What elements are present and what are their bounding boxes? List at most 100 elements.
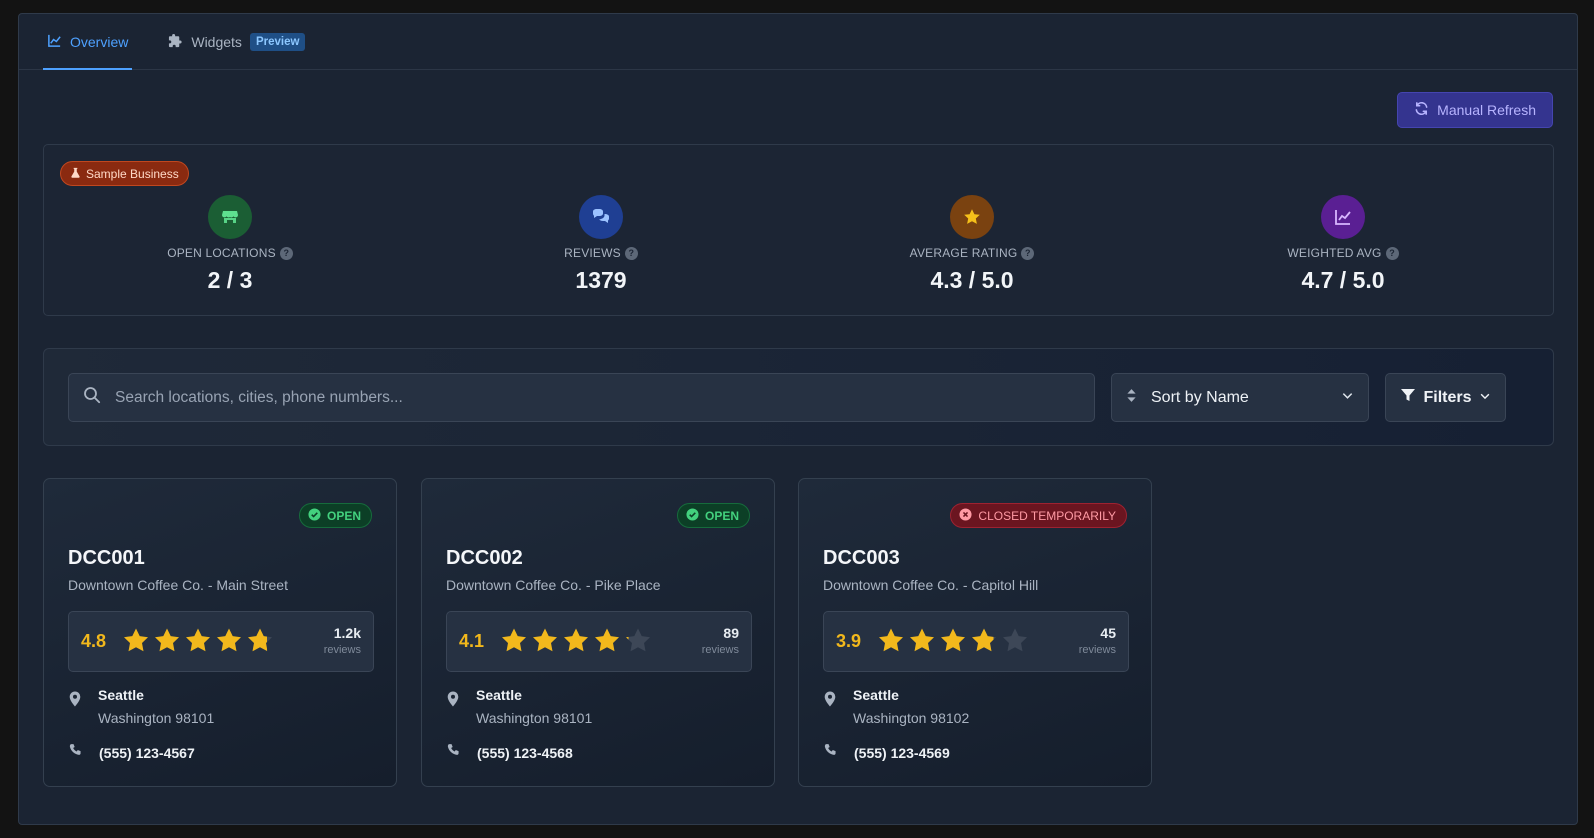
chevron-down-icon bbox=[1341, 389, 1354, 407]
trend-chart-icon bbox=[1321, 195, 1365, 239]
sample-business-badge: Sample Business bbox=[60, 161, 189, 186]
tab-overview[interactable]: Overview bbox=[43, 14, 133, 70]
manual-refresh-button[interactable]: Manual Refresh bbox=[1397, 92, 1553, 128]
location-code: DCC001 bbox=[68, 547, 145, 569]
filters-button[interactable]: Filters bbox=[1385, 373, 1506, 422]
location-phone[interactable]: (555) 123-4568 bbox=[446, 743, 573, 763]
rating-star-icon bbox=[217, 628, 241, 652]
funnel-icon bbox=[1400, 387, 1416, 408]
rating-star-icon bbox=[124, 628, 148, 652]
phone-icon bbox=[446, 743, 461, 763]
rating-box: 4.1 89 reviews bbox=[446, 611, 752, 672]
location-state-zip: Washington 98101 bbox=[98, 710, 215, 726]
tab-widgets[interactable]: Widgets Preview bbox=[164, 14, 309, 69]
review-count: 1.2k reviews bbox=[324, 625, 361, 656]
review-count: 45 reviews bbox=[1079, 625, 1116, 656]
puzzle-icon bbox=[168, 33, 183, 51]
location-address: Seattle Washington 98101 bbox=[446, 687, 592, 726]
phone-icon bbox=[68, 743, 83, 763]
stat-reviews: REVIEWS ? 1379 bbox=[451, 195, 751, 294]
location-name: Downtown Coffee Co. - Pike Place bbox=[446, 577, 661, 593]
rating-star-icon bbox=[910, 628, 934, 652]
location-phone[interactable]: (555) 123-4569 bbox=[823, 743, 950, 763]
manual-refresh-label: Manual Refresh bbox=[1437, 102, 1536, 118]
phone-icon bbox=[823, 743, 838, 763]
star-rating bbox=[499, 626, 653, 656]
sort-icon bbox=[1126, 388, 1137, 408]
map-pin-icon bbox=[68, 687, 82, 726]
tab-overview-label: Overview bbox=[70, 33, 129, 50]
status-label: OPEN bbox=[326, 508, 361, 523]
rating-star-icon bbox=[972, 628, 996, 652]
help-icon[interactable]: ? bbox=[624, 246, 638, 260]
star-icon bbox=[950, 195, 994, 239]
rating-value: 4.8 bbox=[81, 631, 107, 651]
location-city: Seattle bbox=[98, 687, 144, 703]
location-card[interactable]: OPEN DCC002 Downtown Coffee Co. - Pike Pla… bbox=[421, 478, 775, 787]
check-circle-icon bbox=[308, 507, 321, 524]
status-label: CLOSED TEMPORARILY bbox=[978, 508, 1116, 523]
help-icon[interactable]: ? bbox=[1021, 246, 1035, 260]
check-circle-icon bbox=[686, 507, 699, 524]
stat-average-rating-label: AVERAGE RATING ? bbox=[910, 246, 1035, 260]
stat-weighted-avg-value: 4.7 / 5.0 bbox=[1301, 267, 1385, 293]
rating-value: 3.9 bbox=[836, 631, 862, 651]
rating-star-icon bbox=[533, 628, 557, 652]
status-badge: OPEN bbox=[676, 503, 750, 528]
location-city: Seattle bbox=[853, 687, 899, 703]
status-label: OPEN bbox=[704, 508, 739, 523]
review-count-label: reviews bbox=[701, 644, 739, 656]
map-pin-icon bbox=[823, 687, 837, 726]
location-code: DCC003 bbox=[823, 547, 900, 569]
stat-open-locations-value: 2 / 3 bbox=[207, 267, 253, 293]
tab-widgets-label: Widgets bbox=[191, 33, 242, 50]
stat-label-text: REVIEWS bbox=[564, 246, 621, 260]
rating-star-icon bbox=[155, 628, 179, 652]
location-phone[interactable]: (555) 123-4567 bbox=[68, 743, 195, 763]
search-field[interactable] bbox=[68, 373, 1095, 422]
review-count: 89 reviews bbox=[702, 625, 739, 656]
preview-badge: Preview bbox=[249, 32, 306, 51]
refresh-icon bbox=[1414, 101, 1429, 119]
location-state-zip: Washington 98101 bbox=[476, 710, 593, 726]
sort-select[interactable]: Sort by Name bbox=[1111, 373, 1369, 422]
rating-box: 4.8 1.2k reviews bbox=[68, 611, 374, 672]
stat-reviews-value: 1379 bbox=[575, 267, 627, 293]
location-card[interactable]: CLOSED TEMPORARILY DCC003 Downtown Coffee … bbox=[798, 478, 1152, 787]
star-rating bbox=[121, 626, 275, 656]
summary-stats-panel: Sample Business OPEN LOCATIONS ? 2 / 3 R… bbox=[43, 144, 1554, 316]
help-icon[interactable]: ? bbox=[1385, 246, 1399, 260]
map-pin-icon bbox=[446, 687, 460, 726]
stat-weighted-avg-label: WEIGHTED AVG ? bbox=[1287, 246, 1399, 260]
star-rating bbox=[876, 626, 1030, 656]
review-count-value: 45 bbox=[1100, 625, 1116, 641]
rating-star-icon bbox=[502, 628, 526, 652]
location-code: DCC002 bbox=[446, 547, 523, 569]
stat-average-rating: AVERAGE RATING ? 4.3 / 5.0 bbox=[822, 195, 1122, 294]
status-badge: CLOSED TEMPORARILY bbox=[950, 503, 1127, 528]
chat-bubbles-icon bbox=[579, 195, 623, 239]
x-circle-icon bbox=[959, 507, 972, 524]
sort-select-value: Sort by Name bbox=[1151, 388, 1249, 406]
location-state-zip: Washington 98102 bbox=[853, 710, 970, 726]
review-count-label: reviews bbox=[323, 644, 361, 656]
location-address: Seattle Washington 98102 bbox=[823, 687, 969, 726]
review-count-value: 89 bbox=[723, 625, 739, 641]
search-input[interactable] bbox=[115, 388, 1094, 407]
tab-bar: Overview Widgets Preview bbox=[19, 14, 1577, 70]
stat-open-locations-label: OPEN LOCATIONS ? bbox=[167, 246, 293, 260]
review-count-value: 1.2k bbox=[333, 625, 361, 641]
flask-icon bbox=[70, 167, 81, 181]
rating-star-icon bbox=[248, 628, 272, 652]
chevron-down-icon bbox=[1479, 389, 1491, 407]
help-icon[interactable]: ? bbox=[279, 246, 293, 260]
rating-star-icon bbox=[1003, 628, 1027, 652]
store-icon bbox=[208, 195, 252, 239]
location-name: Downtown Coffee Co. - Capitol Hill bbox=[823, 577, 1039, 593]
sample-business-label: Sample Business bbox=[86, 166, 179, 181]
search-toolbar: Sort by Name Filters bbox=[43, 348, 1554, 446]
location-city: Seattle bbox=[476, 687, 522, 703]
filters-label: Filters bbox=[1423, 388, 1472, 406]
location-name: Downtown Coffee Co. - Main Street bbox=[68, 577, 288, 593]
location-card[interactable]: OPEN DCC001 Downtown Coffee Co. - Main Str… bbox=[43, 478, 397, 787]
